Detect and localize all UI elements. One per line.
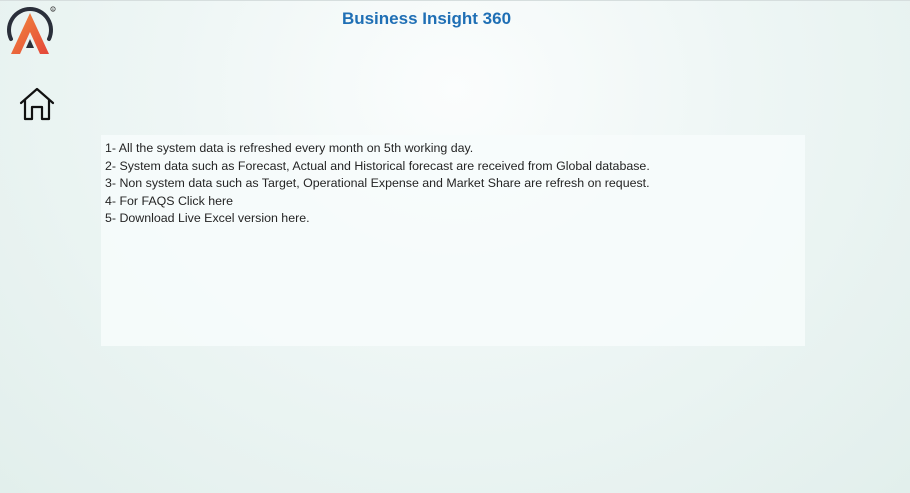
faqs-link[interactable]: 4- For FAQS Click here xyxy=(105,193,801,211)
info-line-refresh: 1- All the system data is refreshed ever… xyxy=(105,141,474,155)
download-excel-link[interactable]: 5- Download Live Excel version here. xyxy=(105,210,801,228)
info-panel: 1- All the system data is refreshed ever… xyxy=(101,135,805,346)
home-icon xyxy=(19,87,55,121)
info-line-non-system-data: 3- Non system data such as Target, Opera… xyxy=(105,176,650,190)
info-line-system-data: 2- System data such as Forecast, Actual … xyxy=(105,158,650,173)
page-title: Business Insight 360 xyxy=(341,9,512,28)
home-button[interactable] xyxy=(18,86,56,122)
